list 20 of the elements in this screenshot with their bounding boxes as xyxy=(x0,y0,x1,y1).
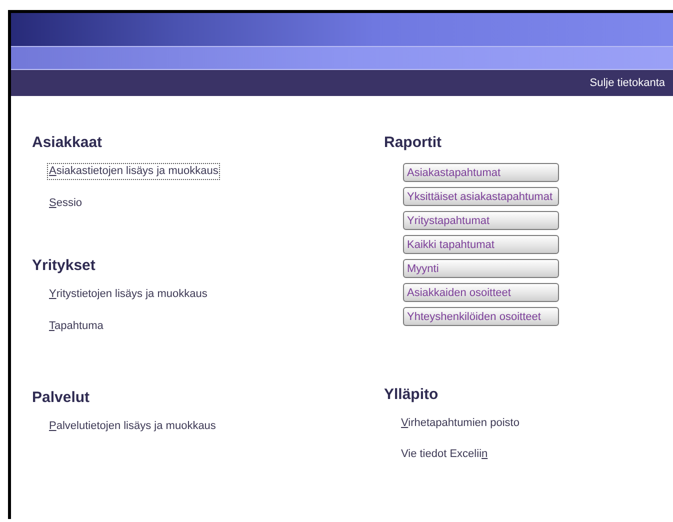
menu-link[interactable]: Sessio xyxy=(47,195,84,212)
section-heading: Asiakkaat xyxy=(32,134,104,151)
menu-link[interactable]: Palvelutietojen lisäys ja muokkaus xyxy=(47,418,218,435)
report-button[interactable]: Kaikki tapahtumat xyxy=(403,235,559,254)
menu-link[interactable]: Yritystietojen lisäys ja muokkaus xyxy=(47,286,210,303)
report-button[interactable]: Asiakastapahtumat xyxy=(403,163,559,182)
menu-link[interactable]: Vie tiedot Exceliin xyxy=(399,446,490,463)
menu-link[interactable]: Virhetapahtumien poisto xyxy=(399,415,522,432)
report-button[interactable]: Asiakkaiden osoitteet xyxy=(403,283,559,302)
report-button[interactable]: Yritystapahtumat xyxy=(403,211,559,230)
section-heading: Palvelut xyxy=(32,389,91,406)
section-heading: Raportit xyxy=(384,134,442,151)
report-button[interactable]: Myynti xyxy=(403,259,559,278)
menu-link[interactable]: Tapahtuma xyxy=(47,318,106,335)
section-heading: Yritykset xyxy=(32,257,96,274)
close-database-link[interactable]: Sulje tietokanta xyxy=(590,77,665,89)
section-heading: Ylläpito xyxy=(384,386,440,403)
menu-link[interactable]: Asiakastietojen lisäys ja muokkaus xyxy=(47,163,220,180)
report-button[interactable]: Yhteyshenkilöiden osoitteet xyxy=(403,307,559,326)
report-button[interactable]: Yksittäiset asiakastapahtumat xyxy=(403,187,559,206)
